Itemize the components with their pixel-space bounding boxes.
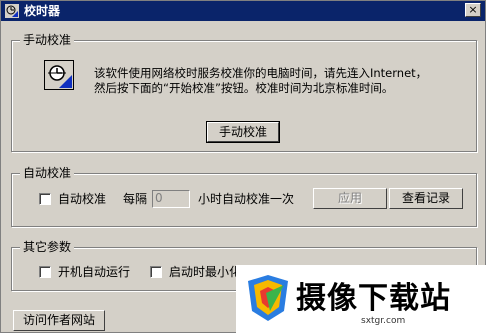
autostart-label[interactable]: 开机自动运行	[58, 265, 130, 279]
interval-prefix-label: 每隔	[123, 192, 148, 206]
watermark-logo-icon	[248, 275, 288, 321]
auto-calibration-group-label: 自动校准	[20, 166, 75, 180]
close-button[interactable]: ×	[465, 3, 481, 17]
interval-hours-input[interactable]: 0	[152, 190, 190, 208]
auto-calibrate-checkbox[interactable]	[39, 193, 51, 205]
clock-sync-icon	[44, 60, 74, 90]
visit-author-site-label: 访问作者网站	[22, 313, 95, 327]
close-icon: ×	[468, 3, 478, 16]
watermark: 摄像下载站 sxtgr.com	[236, 265, 486, 333]
apply-button[interactable]: 应用	[313, 188, 387, 209]
auto-calibrate-label[interactable]: 自动校准	[58, 192, 106, 206]
autostart-checkbox[interactable]	[39, 266, 51, 278]
apply-button-label: 应用	[337, 191, 362, 205]
start-minimized-label[interactable]: 启动时最小化	[169, 265, 241, 279]
visit-author-site-button[interactable]: 访问作者网站	[13, 310, 105, 331]
description-line-2: 然后按下面的“开始校准”按钮。校准时间为北京标准时间。	[94, 81, 394, 95]
manual-description: 该软件使用网络校时服务校准你的电脑时间，请先连入Internet， 然后按下面的…	[94, 66, 444, 96]
app-clock-icon	[5, 4, 19, 18]
window-title: 校时器	[24, 4, 61, 18]
manual-calibrate-button-label: 手动校准	[218, 125, 267, 139]
manual-calibrate-button[interactable]: 手动校准	[206, 121, 280, 143]
watermark-text: 摄像下载站	[296, 281, 451, 316]
watermark-url: sxtgr.com	[361, 316, 406, 326]
interval-suffix-label: 小时自动校准一次	[198, 192, 295, 206]
manual-calibration-group-label: 手动校准	[20, 33, 75, 47]
view-log-button-label: 查看记录	[401, 191, 450, 205]
description-line-1: 该软件使用网络校时服务校准你的电脑时间，请先连入Internet，	[94, 66, 428, 80]
view-log-button[interactable]: 查看记录	[389, 188, 463, 209]
other-params-group-label: 其它参数	[20, 240, 75, 254]
start-minimized-checkbox[interactable]	[150, 266, 162, 278]
title-bar[interactable]: 校时器 ×	[1, 1, 485, 21]
